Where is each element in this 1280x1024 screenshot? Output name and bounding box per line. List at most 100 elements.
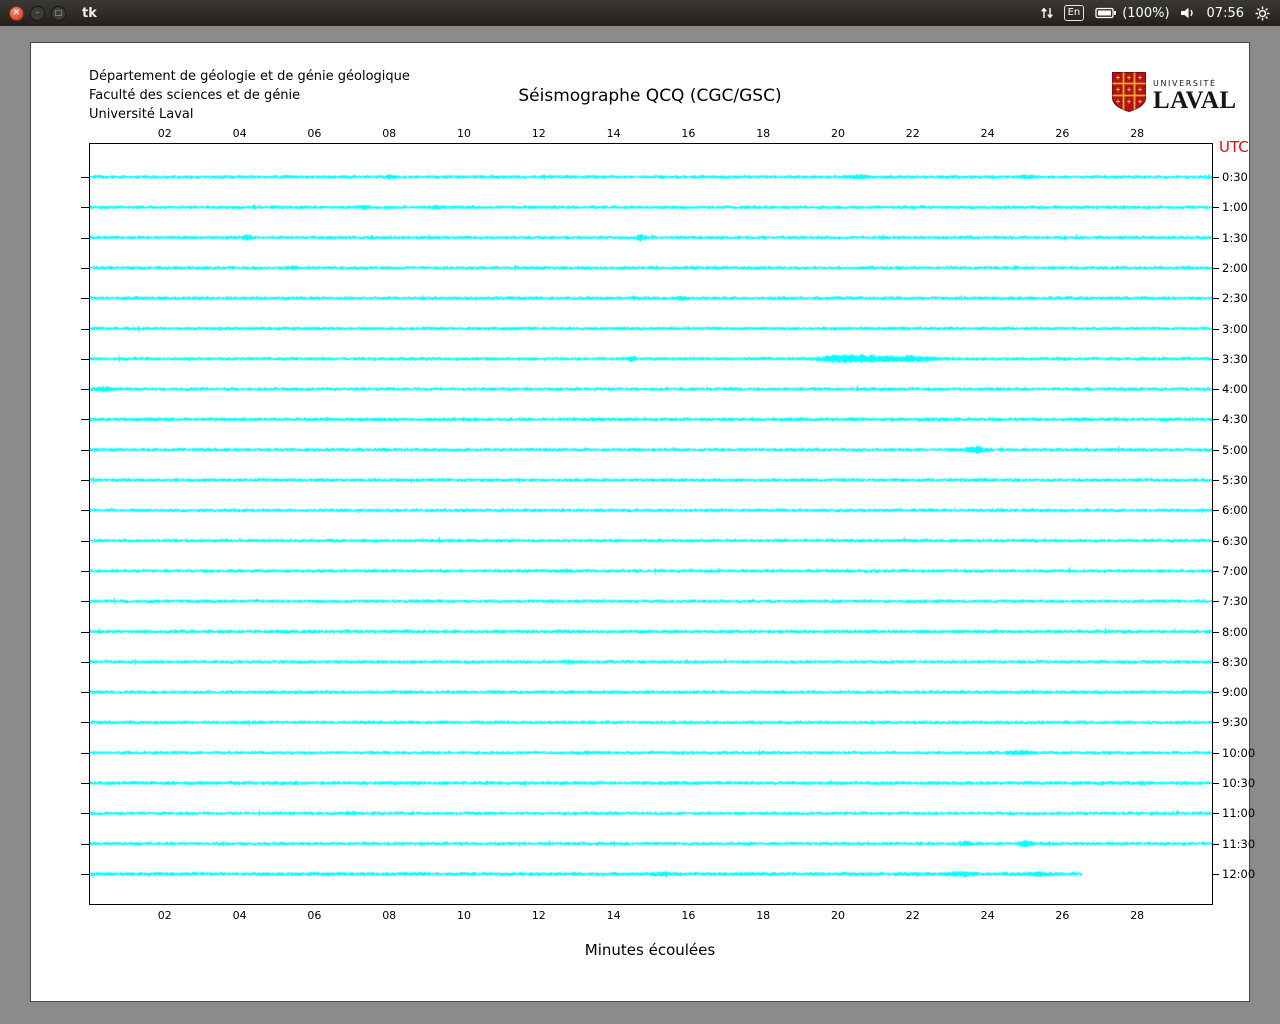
window-controls: ✕ – □ xyxy=(9,5,66,21)
right-tick xyxy=(1213,419,1219,421)
right-tick xyxy=(1213,874,1219,875)
x-tick-label: 20 xyxy=(831,127,845,140)
utc-time-label: 8:30 xyxy=(1222,654,1248,669)
left-tick xyxy=(81,207,89,209)
left-tick xyxy=(81,843,89,845)
utc-time-label: 2:30 xyxy=(1222,291,1248,306)
left-tick xyxy=(81,328,89,330)
x-tick-label: 12 xyxy=(531,127,546,140)
x-tick-label: 26 xyxy=(1055,127,1070,140)
x-tick-label: 02 xyxy=(157,909,172,922)
top-panel: ✕ – □ tk En (100%) 07:56 xyxy=(0,0,1280,26)
right-tick xyxy=(1213,631,1219,633)
utc-time-label: 10:30 xyxy=(1222,776,1256,791)
right-tick xyxy=(1213,843,1219,845)
left-tick xyxy=(81,419,89,421)
left-tick xyxy=(81,874,89,875)
utc-time-label: 9:30 xyxy=(1222,715,1248,730)
x-tick-label: 28 xyxy=(1130,127,1145,140)
logo-laval: LAVAL xyxy=(1153,87,1237,114)
right-tick xyxy=(1213,389,1219,391)
utc-time-label: 1:30 xyxy=(1222,230,1248,245)
utc-time-label: 6:30 xyxy=(1222,533,1248,548)
page-title: Séismographe QCQ (CGC/GSC) xyxy=(518,86,782,106)
right-tick xyxy=(1213,328,1219,330)
utc-time-label: 7:00 xyxy=(1222,563,1248,578)
left-tick xyxy=(81,267,89,269)
system-tray: En (100%) 07:56 xyxy=(1040,5,1270,21)
right-tick xyxy=(1213,692,1219,694)
left-tick xyxy=(81,661,89,663)
volume-icon[interactable] xyxy=(1180,7,1196,19)
right-tick xyxy=(1213,783,1219,785)
x-tick-label: 26 xyxy=(1055,909,1070,922)
utc-time-label: 8:00 xyxy=(1222,624,1248,639)
utc-time-label: 12:00 xyxy=(1222,867,1256,881)
x-tick-label: 16 xyxy=(681,909,696,922)
utc-time-label: 4:30 xyxy=(1222,412,1248,427)
left-tick xyxy=(81,813,89,815)
left-tick xyxy=(81,722,89,724)
x-tick-label: 04 xyxy=(232,127,247,140)
utc-time-label: 4:00 xyxy=(1222,382,1248,397)
updown-arrows-icon[interactable] xyxy=(1040,6,1053,20)
x-tick-label: 04 xyxy=(232,909,247,922)
gear-icon[interactable] xyxy=(1255,5,1270,21)
right-tick xyxy=(1213,510,1219,512)
x-tick-label: 18 xyxy=(756,127,771,140)
utc-time-label: 10:00 xyxy=(1222,745,1256,760)
tk-window: Département de géologie et de génie géol… xyxy=(30,42,1255,1002)
right-tick xyxy=(1213,237,1219,239)
x-axis-top: 02 04 06 08 10 12 14 16 18 20 22 24 26 28 xyxy=(89,127,1213,141)
right-tick xyxy=(1213,177,1219,178)
x-tick-label: 02 xyxy=(157,127,172,140)
left-tick xyxy=(81,540,89,542)
left-tick xyxy=(81,601,89,603)
x-tick-label: 20 xyxy=(831,909,845,922)
right-tick xyxy=(1213,722,1219,724)
right-tick xyxy=(1213,661,1219,663)
left-tick xyxy=(81,692,89,694)
utc-time-label: 3:00 xyxy=(1222,321,1248,336)
x-tick-label: 06 xyxy=(307,909,322,922)
utc-time-label: 11:30 xyxy=(1222,836,1256,851)
x-axis-title: Minutes écoulées xyxy=(584,941,716,959)
utc-time-label: 5:00 xyxy=(1222,442,1248,457)
laval-logo: UNIVERSITÉ LAVAL xyxy=(1111,71,1237,113)
right-tick xyxy=(1213,752,1219,754)
x-tick-label: 24 xyxy=(980,127,995,140)
right-tick xyxy=(1213,480,1219,482)
window-title: tk xyxy=(82,5,97,21)
right-tick xyxy=(1213,540,1219,542)
right-tick xyxy=(1213,207,1219,209)
utc-time-label: 11:00 xyxy=(1222,806,1256,821)
x-tick-label: 22 xyxy=(905,909,920,922)
right-tick xyxy=(1213,570,1219,572)
x-tick-label: 06 xyxy=(307,127,322,140)
left-tick xyxy=(81,177,89,178)
left-tick xyxy=(81,480,89,482)
right-tick xyxy=(1213,267,1219,269)
x-tick-label: 08 xyxy=(382,909,397,922)
left-tick xyxy=(81,570,89,572)
dept-line-3: Université Laval xyxy=(89,107,194,122)
battery-icon xyxy=(1095,7,1117,19)
plot-area xyxy=(89,143,1213,905)
x-tick-label: 28 xyxy=(1130,909,1145,922)
utc-time-label: 5:30 xyxy=(1222,473,1248,488)
left-tick xyxy=(81,237,89,239)
dept-line-1: Département de géologie et de génie géol… xyxy=(89,69,410,84)
right-tick xyxy=(1213,298,1219,300)
utc-time-label: 7:30 xyxy=(1222,594,1248,609)
x-tick-label: 14 xyxy=(606,909,621,922)
battery-indicator[interactable]: (100%) xyxy=(1095,6,1170,21)
left-tick xyxy=(81,298,89,300)
maximize-button[interactable]: □ xyxy=(51,5,66,21)
utc-time-label: 2:00 xyxy=(1222,260,1248,275)
close-button[interactable]: ✕ xyxy=(9,5,24,21)
keyboard-layout-indicator[interactable]: En xyxy=(1063,5,1085,21)
x-tick-label: 16 xyxy=(681,127,696,140)
minimize-button[interactable]: – xyxy=(30,5,45,21)
clock[interactable]: 07:56 xyxy=(1207,6,1244,21)
utc-label: UTC xyxy=(1219,138,1249,156)
